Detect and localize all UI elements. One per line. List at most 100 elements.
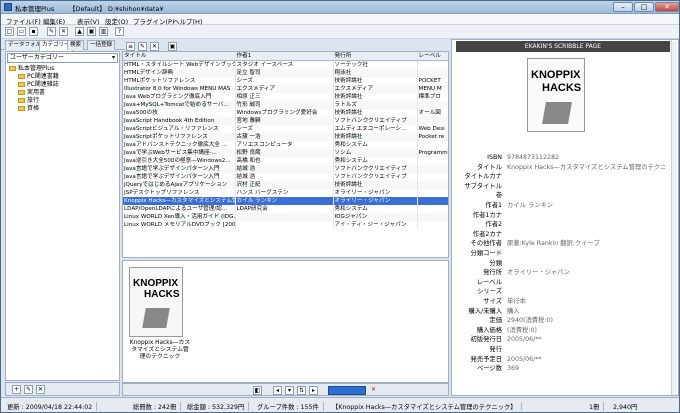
table-row[interactable]: Javaで学ぶWebサービス集中講座-... 松野 良蔵 ソシム Programm (123, 149, 448, 157)
title-bar[interactable]: 私本管理Plus 【Default】 D:¥shihon¥data¥ – □ ✕ (1, 1, 679, 14)
sort-icon[interactable]: ⇅ (297, 386, 306, 395)
delete-folder-icon[interactable]: ✕ (36, 385, 45, 394)
table-cell: 結城 浩 (235, 173, 334, 181)
table-cell: Web Desi (417, 125, 448, 133)
table-cell: 沢村 正紀 (235, 181, 334, 189)
save-icon[interactable]: ▪ (29, 27, 38, 36)
minimize-button[interactable]: – (613, 2, 633, 12)
filter-icon[interactable]: ▾ (285, 386, 294, 395)
first-icon[interactable]: ◧ (253, 386, 262, 395)
table-row[interactable]: jQueryではじめるAjaxアプリケーション 沢村 正紀 技術評論社 (123, 181, 448, 189)
table-cell (417, 141, 448, 149)
category-select[interactable]: ユーザーカテゴリー ▾ (7, 53, 118, 63)
table-cell: オライリー・ジャパン (333, 189, 418, 197)
detail-value: 原著:Kyle Rankin 翻訳:クイープ (507, 240, 600, 248)
column-header[interactable]: 作者1 (235, 52, 334, 61)
image-icon[interactable]: ▣ (87, 27, 96, 36)
status-price: 2,940円 (613, 404, 638, 411)
table-row[interactable]: Java逆引き大全500の極意―Windows2... 高橋 和也 秀和システム (123, 157, 448, 165)
tree-item-practical[interactable]: 実用書 (18, 89, 45, 97)
close-button[interactable]: ✕ (655, 2, 679, 12)
table-cell: スタジオ イースペース (235, 60, 334, 69)
table-row[interactable]: Java言語で学ぶデザインパターン入門 結城 浩ソフトバンククリエイティブ (123, 165, 448, 173)
book-table: タイトル 作者1 発行所 レーベル HTML・スタイルシート Webデザインブック スタ… (123, 52, 448, 229)
folder-icon (18, 82, 25, 87)
table-cell: Linux WORLD メモリアルDVDブック [2001-... (123, 221, 236, 229)
tree-item-label: 旅行 (27, 97, 40, 104)
column-header[interactable]: 発行所 (333, 52, 418, 61)
tree-item-pc-magazines[interactable]: PC関連雑誌 (18, 81, 59, 89)
table-cell: アイ・ディ・ジー・ジャパン (333, 221, 418, 229)
table-row[interactable]: HTML・スタイルシート Webデザインブック スタジオ イースペース ソーテック社 (123, 60, 448, 69)
list-view-icon[interactable]: ≡ (126, 42, 135, 51)
tree-root[interactable]: 私本管理Plus (9, 65, 54, 73)
detail-label: 購入価格 (476, 326, 502, 334)
table-cell: 相原 正三 (235, 93, 334, 101)
folder-icon (18, 106, 25, 111)
detail-label: タイトル (476, 163, 502, 171)
tree-item-pc-books[interactable]: PC関連書籍 (18, 73, 59, 81)
book-grid: タイトル 作者1 発行所 レーベル HTML・スタイルシート Webデザインブック スタ… (122, 51, 449, 258)
table-row[interactable]: Java Webプログラミング徹底入門 相原 正三 技術評論社 標準プロ (123, 93, 448, 101)
table-cell: 足立 智司 (235, 69, 334, 77)
table-row[interactable]: JSPデスクトップリファレンス ハンス バーグステン オライリー・ジャパン (123, 189, 448, 197)
table-cell (417, 101, 448, 109)
open-icon[interactable]: ▭ (17, 27, 26, 36)
new-icon[interactable]: □ (5, 27, 14, 36)
table-row[interactable]: Java500の技 Windowsプログラミング愛好会 技術評論社 オール図 (123, 109, 448, 117)
detail-label: その他作者 (470, 240, 502, 248)
detail-label: サイズ (483, 298, 502, 305)
table-row[interactable]: JavaScriptビジュアル・リファレンス シーズ エムディエヌコーポレーシ...… (123, 125, 448, 133)
table-row[interactable]: HTMLデザイン辞典 足立 智司 翔泳社 (123, 69, 448, 77)
table-row[interactable]: Linux WORLD Xen導入・活用ガイド (IDG... IDGジャパン (123, 213, 448, 221)
table-row[interactable]: HTMLポケットリファレンス シーズ 技術評論社 POCKET (123, 77, 448, 85)
table-cell: ソフトバンククリエイティブ (333, 165, 418, 173)
column-header[interactable]: レーベル (417, 52, 448, 61)
table-row[interactable]: Linux WORLD メモリアルDVDブック [2001-... アイ・ディ・ジ… (123, 221, 448, 229)
table-row[interactable]: Knoppix Hacks―カスタマイズとシステム管理のテクニックカイル ランキ… (123, 197, 448, 205)
status-updated: 更新 : 2009/04/18 22:44:02 (7, 402, 98, 411)
cover-thumbnail[interactable]: KNOPPIX HACKS (129, 267, 183, 337)
table-cell: Knoppix Hacks―カスタマイズとシステム管理のテクニック (123, 197, 236, 205)
table-row[interactable]: JavaScriptポケットリファレンス 古籏 一浩 技術評論社 Pocket re (123, 133, 448, 141)
table-cell (417, 117, 448, 125)
detail-scrollbar[interactable] (671, 41, 677, 395)
tree-item-travel[interactable]: 旅行 (18, 97, 39, 105)
clear-icon[interactable]: ✕ (369, 386, 378, 395)
chart-icon[interactable]: ▥ (99, 27, 108, 36)
picture-icon[interactable]: ▣ (168, 42, 177, 51)
toolbar: □ ▭ ▪ ✎ ✕ ▲ ▣ ▥ ? (1, 25, 679, 39)
maximize-button[interactable]: □ (634, 2, 654, 12)
table-row[interactable]: Java+MySQL+Tomcatで始めるサーバ... 竹形 誠司 ラトルズ (123, 101, 448, 109)
table-row[interactable]: Javaアドバンストテクニック徹底大全 ... アリエスコンピュータ 秀和システム (123, 141, 448, 149)
table-cell: Java言語で学ぶデザインパターン入門 (123, 165, 236, 173)
detail-value: 2005/06/** (507, 355, 542, 363)
table-cell: Java Webプログラミング徹底入門 (123, 93, 236, 101)
tree-item-qualification[interactable]: 資格 (18, 105, 39, 113)
status-current: 【Knoppix Hacks―カスタマイズとシステム管理のテクニック】 (332, 402, 522, 411)
add-folder-icon[interactable]: + (12, 385, 21, 394)
next-icon[interactable]: ▸ (309, 386, 318, 395)
edit-folder-icon[interactable]: ✎ (24, 385, 33, 394)
help-icon[interactable]: ? (115, 27, 124, 36)
view-mode-selector[interactable] (328, 386, 366, 395)
edit-item-icon[interactable]: ✎ (138, 42, 147, 51)
table-row[interactable]: Java言語で学ぶデザインパターン入門 結城 浩ソフトバンククリエイティブ (123, 173, 448, 181)
delete-icon[interactable]: ✕ (59, 27, 68, 36)
prev-icon[interactable]: ◂ (273, 386, 282, 395)
edit-icon[interactable]: ✎ (47, 27, 56, 36)
table-row[interactable]: LDAP/OpenLDAPによるユーザ管理/認... LDAP研究会 秀和システム (123, 205, 448, 213)
detail-value: 9784873112282 (507, 154, 560, 161)
detail-value: 購入 (507, 307, 520, 315)
tab-search[interactable]: 検索 (67, 40, 85, 50)
table-row[interactable]: JavaScript Handbook 4th Edition 宮地 雅嗣 ソフトバ… (123, 117, 448, 125)
table-cell: LDAP研究会 (235, 205, 334, 213)
up-icon[interactable]: ▲ (75, 27, 84, 36)
column-header[interactable]: タイトル (123, 52, 236, 61)
remove-item-icon[interactable]: ✕ (150, 42, 159, 51)
detail-label: 定価 (489, 317, 502, 325)
tab-bulk-register[interactable]: 一括登録 (87, 40, 116, 50)
status-num: 1冊 (589, 402, 605, 411)
table-row[interactable]: Illustrator 8.0 for Windows MENU MAS エクスメ… (123, 85, 448, 93)
cover-subtitle: HACKS (542, 82, 582, 94)
